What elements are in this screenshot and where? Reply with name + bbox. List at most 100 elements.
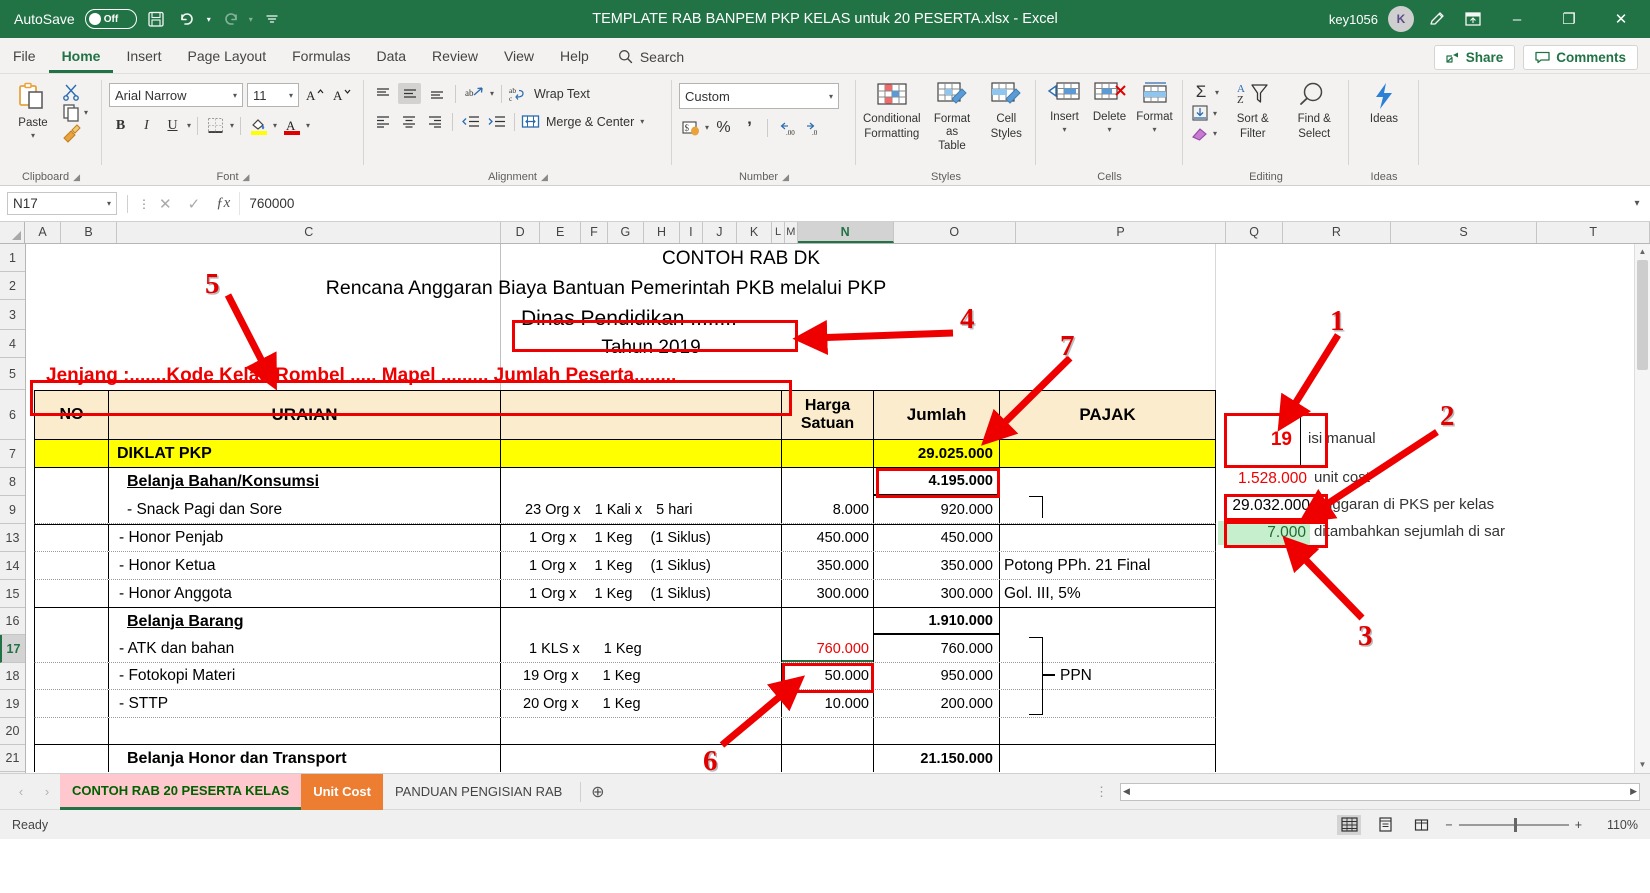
table-row[interactable]: Belanja Honor dan Transport 21.150.000 [34,745,1216,772]
formula-input[interactable]: 760000 [239,192,1624,215]
column-header-F[interactable]: F [581,222,608,243]
autosave-toggle[interactable]: Off [84,9,137,29]
insert-function-icon[interactable]: ƒx [216,195,230,212]
zoom-thumb[interactable] [1513,817,1517,832]
avatar[interactable]: K [1388,6,1414,32]
row-header-20[interactable]: 20 [0,718,25,745]
column-header-C[interactable]: C [117,222,502,243]
tab-formulas[interactable]: Formulas [279,40,363,73]
alignment-dialog-launcher[interactable]: ◢ [541,169,548,185]
bold-button[interactable]: B [109,114,132,137]
table-row[interactable]: Belanja Bahan/Konsumsi 4.195.000 [34,468,1216,496]
font-color-button[interactable]: A [280,114,303,137]
delete-cells-button[interactable]: Delete ▾ [1088,78,1131,134]
row-header-1[interactable]: 1 [0,244,25,272]
column-header-E[interactable]: E [540,222,582,243]
tab-insert[interactable]: Insert [113,40,174,73]
row-header-2[interactable]: 2 [0,272,25,300]
sheet-title-line4[interactable]: Tahun 2019 [501,335,801,361]
clear-button[interactable]: ▾ [1190,124,1219,142]
accounting-format-button[interactable]: $ [679,116,702,139]
scroll-left-icon[interactable]: ◀ [1123,786,1130,797]
column-header-A[interactable]: A [25,222,61,243]
table-row[interactable]: DIKLAT PKP 29.025.000 [34,440,1216,468]
cell-styles-button[interactable]: Cell Styles [984,78,1030,140]
customize-qat-icon[interactable] [259,6,285,32]
align-middle-button[interactable] [398,83,421,104]
percent-style-button[interactable]: % [712,116,735,139]
scroll-down-icon[interactable]: ▼ [1635,757,1650,773]
fill-color-dropdown-icon[interactable]: ▾ [273,121,277,130]
number-dialog-launcher[interactable]: ◢ [782,169,789,185]
tab-page-layout[interactable]: Page Layout [174,40,279,73]
side-value-anggaran[interactable]: 29.032.000 [1218,494,1310,518]
save-icon[interactable] [143,6,169,32]
align-left-button[interactable] [371,111,394,132]
column-header-R[interactable]: R [1283,222,1391,243]
account-name[interactable]: key1056 [1329,12,1378,27]
copy-dropdown-icon[interactable]: ▾ [84,108,88,117]
scroll-up-icon[interactable]: ▲ [1635,244,1650,260]
align-top-button[interactable] [371,83,394,104]
tab-file[interactable]: File [0,40,49,73]
side-value-jumlah-peserta[interactable]: 19 [1226,414,1301,466]
column-header-T[interactable]: T [1537,222,1650,243]
sheet-title-line2[interactable]: Rencana Anggaran Biaya Bantuan Pemerinta… [206,275,1006,301]
table-row[interactable]: Belanja Barang 1.910.000 [34,608,1216,635]
format-dropdown-icon[interactable]: ▾ [1152,125,1156,135]
confirm-edit-icon[interactable]: ✓ [188,195,201,213]
column-header-B[interactable]: B [60,222,118,243]
tab-view[interactable]: View [491,40,547,73]
font-size-combo[interactable]: 11 ▾ [247,83,299,107]
row-header-8[interactable]: 8 [0,468,25,496]
find-select-button[interactable]: Find & Select [1287,78,1342,140]
autosum-button[interactable]: Σ ▾ [1190,82,1219,102]
column-header-O[interactable]: O [893,222,1016,243]
zoom-level[interactable]: 110% [1594,818,1638,832]
decrease-font-size-button[interactable]: A [330,84,353,107]
tab-help[interactable]: Help [547,40,602,73]
format-painter-button[interactable] [62,124,88,143]
clear-dropdown-icon[interactable]: ▾ [1213,129,1217,138]
underline-dropdown-icon[interactable]: ▾ [187,121,191,130]
comma-style-button[interactable]: ’ [738,116,761,139]
increase-font-size-button[interactable]: A [303,84,326,107]
clipboard-dialog-launcher[interactable]: ◢ [73,169,80,185]
vertical-scroll-thumb[interactable] [1637,260,1648,370]
align-right-button[interactable] [423,111,446,132]
expand-formula-bar-icon[interactable]: ▾ [1624,198,1650,209]
font-family-combo[interactable]: Arial Narrow ▾ [109,83,243,107]
row-header-9[interactable]: 9 [0,496,25,524]
next-sheet-icon[interactable]: › [34,784,60,799]
paste-button[interactable]: Paste ▾ [7,78,59,140]
orientation-button[interactable]: ab [463,83,486,104]
merge-center-button[interactable]: Merge & Center ▾ [521,113,644,130]
zoom-out-button[interactable]: − [1445,818,1452,832]
column-header-L[interactable]: L [772,222,785,243]
column-header-Q[interactable]: Q [1226,222,1284,243]
copy-button[interactable]: ▾ [62,103,88,122]
sheet-subtitle-red[interactable]: Jenjang :.......Kode Kelas/Rombel ..... … [34,362,784,390]
insert-cells-button[interactable]: Insert ▾ [1043,78,1086,134]
zoom-slider[interactable]: − + [1445,817,1582,832]
table-row[interactable]: - Honor Anggota 1 Org x 1 Keg (1 Siklus)… [34,580,1216,608]
scroll-right-icon[interactable]: ▶ [1630,786,1637,797]
column-header-P[interactable]: P [1015,222,1227,243]
restore-button[interactable]: ❐ [1548,0,1590,38]
prev-sheet-icon[interactable]: ‹ [8,784,34,799]
decrease-indent-button[interactable] [459,111,482,132]
row-header-3[interactable]: 3 [0,300,25,330]
redo-dropdown-icon[interactable]: ▾ [249,15,253,24]
fill-button[interactable]: ▾ [1190,104,1219,122]
column-header-N[interactable]: N [797,222,894,243]
borders-dropdown-icon[interactable]: ▾ [230,121,234,130]
tab-review[interactable]: Review [419,40,491,73]
cut-button[interactable] [62,82,88,101]
normal-view-button[interactable] [1337,814,1362,835]
close-button[interactable]: ✕ [1600,0,1642,38]
format-as-table-button[interactable]: Format as Table [927,78,978,153]
accounting-dropdown-icon[interactable]: ▾ [705,123,709,132]
borders-button[interactable] [204,114,227,137]
table-row[interactable]: - Honor Ketua 1 Org x 1 Keg (1 Siklus) 3… [34,552,1216,580]
pen-ribbon-display-icon[interactable] [1424,6,1450,32]
